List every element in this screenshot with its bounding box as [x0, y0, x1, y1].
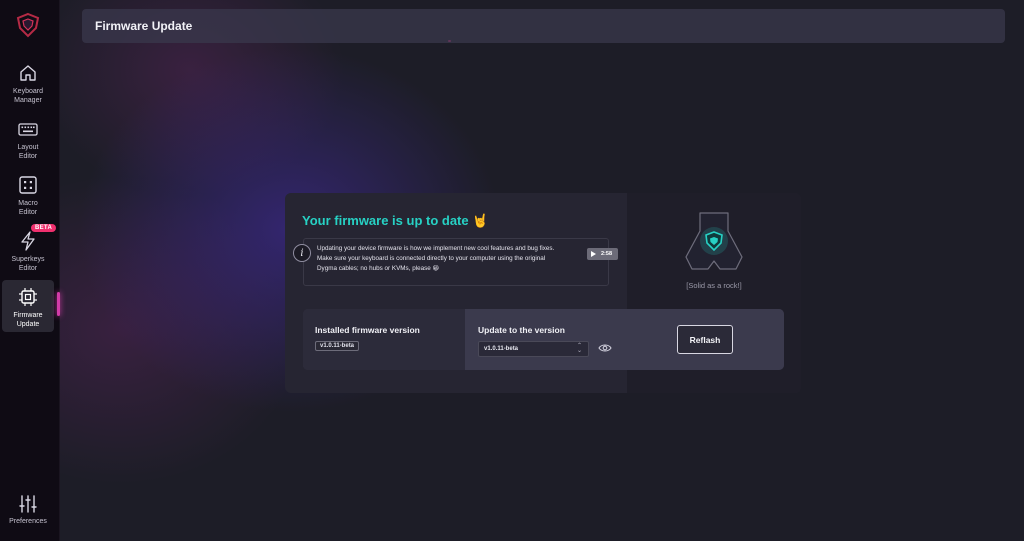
sidebar-item-label: Superkeys Editor [11, 256, 45, 272]
chip-icon [19, 288, 37, 306]
play-icon [591, 251, 596, 257]
keyboard-icon [18, 123, 38, 136]
sidebar-item-preferences[interactable]: Preferences [0, 494, 56, 525]
info-icon: i [293, 244, 311, 262]
active-indicator [57, 292, 60, 316]
reflash-button[interactable]: Reflash [677, 325, 733, 354]
video-duration: 2:58 [601, 251, 613, 257]
sidebar-item-label: Layout Editor [17, 144, 39, 160]
device-caption: [Solid as a rock!] [686, 281, 742, 290]
update-version-section: Update to the version v1.0.11-beta ⌃ ⌄ Re… [465, 309, 784, 370]
select-chevron-icon: ⌃ ⌄ [576, 343, 582, 354]
sidebar-item-label: Macro Editor [18, 200, 38, 216]
status-emoji: 🤘 [472, 213, 489, 228]
installed-version-badge: v1.0.11-beta [315, 341, 360, 351]
page-title: Firmware Update [95, 19, 193, 33]
video-tutorial-button[interactable]: 2:58 [587, 248, 618, 260]
page-header: Firmware Update [82, 9, 1005, 43]
beta-badge: BETA [31, 224, 57, 232]
installed-version-section: Installed firmware version v1.0.11-beta [303, 309, 465, 370]
version-select[interactable]: v1.0.11-beta ⌃ ⌄ [478, 341, 589, 357]
firmware-info-text: Updating your device firmware is how we … [317, 245, 555, 272]
firmware-status-title: Your firmware is up to date 🤘 [302, 213, 489, 228]
macro-icon [19, 176, 37, 194]
sidebar-item-label: Firmware Update [13, 312, 43, 328]
sidebar-item-label: Keyboard Manager [13, 88, 43, 104]
version-panel: Installed firmware version v1.0.11-beta … [303, 309, 784, 370]
bolt-icon [21, 231, 35, 251]
sliders-icon [19, 495, 37, 513]
sidebar-item-macro-editor[interactable]: Macro Editor [2, 172, 54, 224]
keyboard-device-icon [685, 212, 743, 270]
eye-icon[interactable] [598, 343, 612, 353]
sidebar-item-layout-editor[interactable]: Layout Editor [2, 116, 54, 168]
update-version-label: Update to the version [478, 325, 565, 335]
firmware-card: Your firmware is up to date 🤘 Updating y… [285, 193, 801, 393]
preferences-label: Preferences [9, 518, 47, 525]
sidebar-item-superkeys-editor[interactable]: Superkeys Editor [2, 228, 54, 280]
firmware-info-box: Updating your device firmware is how we … [303, 238, 609, 286]
installed-version-label: Installed firmware version [315, 325, 420, 335]
sidebar-item-firmware-update[interactable]: Firmware Update [2, 280, 54, 332]
home-icon [20, 65, 36, 81]
sidebar: Keyboard Manager Layout Editor Macro Editor… [0, 0, 60, 541]
sidebar-item-keyboard-manager[interactable]: Keyboard Manager [2, 60, 54, 112]
dygma-logo-icon[interactable] [15, 12, 41, 38]
